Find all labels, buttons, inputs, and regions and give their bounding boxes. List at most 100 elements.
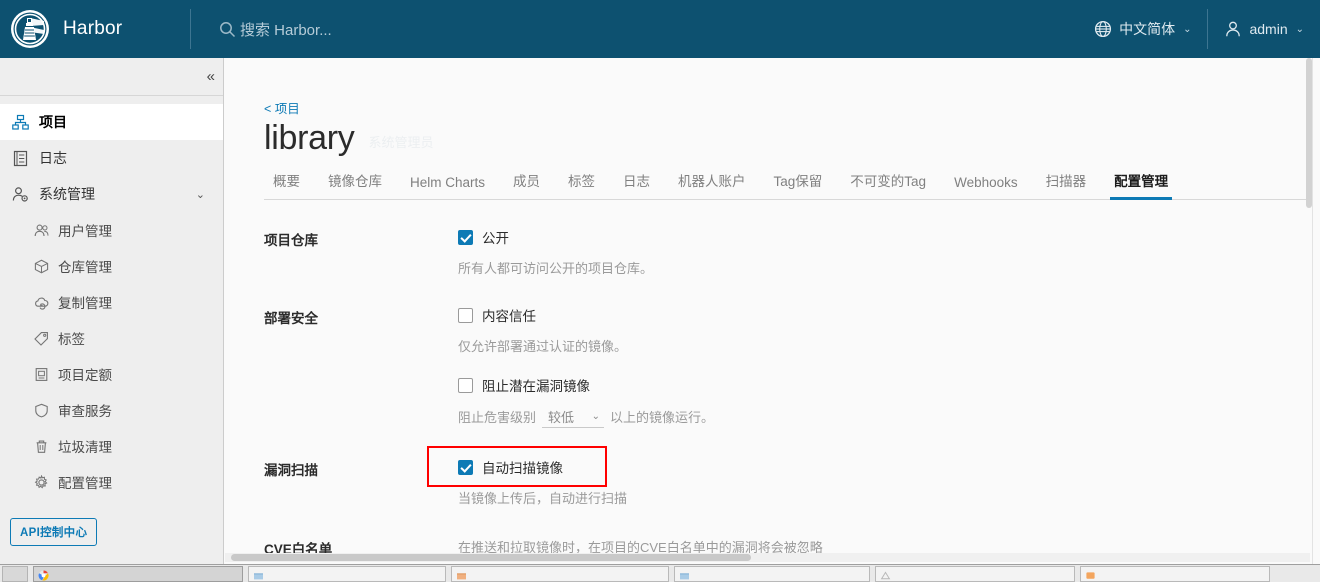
horizontal-scrollbar-thumb[interactable] — [231, 554, 751, 561]
content-trust-checkbox[interactable] — [458, 307, 473, 323]
sidebar-item-interrogation[interactable]: 审查服务 — [0, 392, 223, 428]
label-repository: 项目仓库 — [264, 233, 318, 249]
harbor-app-window: Harbor 搜索 Harbor... 中文简体 ⌄ admin ⌄ « 项目 … — [0, 0, 1320, 582]
severity-select[interactable]: 较低 ⌄ — [542, 407, 605, 429]
sidebar-item-gc[interactable]: 垃圾清理 — [0, 428, 223, 464]
role-badge: 系统管理员 — [368, 135, 434, 151]
sidebar-item-registries[interactable]: 仓库管理 — [0, 248, 223, 284]
auto-scan-row[interactable]: 自动扫描镜像 — [458, 456, 1312, 478]
app-orange-icon — [1085, 568, 1096, 579]
right-divider — [1312, 58, 1313, 564]
sidebar: « 项目 日志 系统管理 ⌄ 用户管理 仓库管理 复制管理 标签 项目定额 审查… — [0, 58, 224, 564]
globe-icon — [1094, 20, 1112, 38]
sidebar-item-configuration[interactable]: 配置管理 — [0, 464, 223, 500]
taskbar-button-4[interactable] — [674, 565, 870, 582]
tab-helm-charts[interactable]: Helm Charts — [396, 175, 499, 199]
user-menu[interactable]: admin ⌄ — [1208, 0, 1320, 58]
tab-configuration[interactable]: 配置管理 — [1100, 170, 1182, 201]
taskbar-button-3[interactable] — [451, 565, 669, 582]
tab-tag-retention[interactable]: Tag保留 — [760, 170, 837, 199]
top-header: Harbor 搜索 Harbor... 中文简体 ⌄ admin ⌄ — [0, 0, 1320, 58]
sidebar-sublabel-users: 用户管理 — [58, 224, 112, 239]
sidebar-item-quotas[interactable]: 项目定额 — [0, 356, 223, 392]
public-checkbox-label: 公开 — [482, 231, 509, 247]
sidebar-collapse-row: « — [0, 58, 223, 96]
os-taskbar — [0, 564, 1320, 582]
folder-orange-icon — [456, 568, 467, 580]
public-checkbox-row[interactable]: 公开 — [458, 226, 1312, 248]
sidebar-item-labels[interactable]: 标签 — [0, 320, 223, 356]
sidebar-item-administration[interactable]: 系统管理 ⌄ — [0, 176, 223, 212]
sidebar-item-logs[interactable]: 日志 — [0, 140, 223, 176]
tab-members[interactable]: 成员 — [499, 170, 554, 199]
collapse-sidebar-icon[interactable]: « — [207, 69, 215, 84]
tab-webhooks[interactable]: Webhooks — [940, 175, 1032, 199]
quota-icon — [34, 367, 49, 382]
sidebar-nav: 项目 日志 系统管理 ⌄ 用户管理 仓库管理 复制管理 标签 项目定额 审查服务… — [0, 96, 223, 500]
configuration-form: 项目仓库 公开 所有人都可访问公开的项目仓库。 部署安全 内容信任 仅允许部署通… — [264, 200, 1312, 558]
shield-icon — [34, 403, 49, 418]
auto-scan-hint: 当镜像上传后，自动进行扫描 — [458, 491, 628, 507]
sidebar-item-users[interactable]: 用户管理 — [0, 212, 223, 248]
header-right-group: 中文简体 ⌄ admin ⌄ — [1078, 0, 1320, 58]
breadcrumb[interactable]: < 项目 — [264, 98, 1312, 117]
chrome-icon — [38, 568, 49, 581]
language-label: 中文简体 — [1119, 21, 1176, 37]
taskbar-button-5[interactable] — [875, 565, 1075, 582]
content-trust-row[interactable]: 内容信任 — [458, 304, 1312, 326]
prevent-vulnerable-checkbox[interactable] — [458, 377, 473, 393]
start-button[interactable] — [2, 565, 28, 582]
auto-scan-label: 自动扫描镜像 — [482, 461, 563, 477]
chevron-down-icon-admin[interactable]: ⌄ — [196, 188, 205, 201]
api-center-wrapper: API控制中心 — [10, 518, 98, 546]
gear-icon — [34, 474, 49, 490]
content-trust-hint: 仅允许部署通过认证的镜像。 — [458, 339, 628, 355]
project-tabs: 概要 镜像仓库 Helm Charts 成员 标签 日志 机器人账户 Tag保留… — [264, 170, 1312, 201]
sidebar-item-label-administration: 系统管理 — [39, 186, 95, 202]
tag-icon — [34, 331, 49, 346]
user-label: admin — [1249, 21, 1288, 37]
sidebar-sublabel-labels: 标签 — [58, 332, 85, 347]
taskbar-button-browser[interactable] — [33, 565, 243, 582]
sidebar-item-replications[interactable]: 复制管理 — [0, 284, 223, 320]
chevron-down-icon-user: ⌄ — [1295, 23, 1304, 35]
user-icon — [1224, 20, 1242, 38]
tab-summary[interactable]: 概要 — [264, 170, 314, 199]
sidebar-sublabel-interrogation: 审查服务 — [58, 404, 112, 419]
taskbar-button-6[interactable] — [1080, 565, 1270, 582]
cube-icon — [34, 259, 49, 274]
user-gear-icon — [12, 186, 29, 203]
severity-suffix: 以上的镜像运行。 — [610, 410, 715, 426]
log-list-icon — [12, 150, 29, 167]
public-hint: 所有人都可访问公开的项目仓库。 — [458, 261, 654, 277]
auto-scan-checkbox[interactable] — [458, 459, 473, 475]
search-box[interactable]: 搜索 Harbor... — [219, 19, 332, 40]
header-divider — [190, 9, 191, 49]
label-deploy-security: 部署安全 — [264, 311, 318, 327]
trash-icon — [34, 439, 49, 454]
tab-logs[interactable]: 日志 — [609, 170, 664, 199]
sidebar-sublabel-quotas: 项目定额 — [58, 368, 112, 383]
tab-robot-accounts[interactable]: 机器人账户 — [664, 170, 760, 199]
sidebar-item-label-logs: 日志 — [39, 150, 67, 166]
language-selector[interactable]: 中文简体 ⌄ — [1078, 0, 1207, 58]
form-row-deploy-security: 部署安全 内容信任 仅允许部署通过认证的镜像。 阻止潜在漏洞镜像 阻止危害级别 — [264, 304, 1312, 429]
vertical-scrollbar-thumb[interactable] — [1306, 58, 1312, 208]
form-row-repository: 项目仓库 公开 所有人都可访问公开的项目仓库。 — [264, 226, 1312, 277]
prevent-vulnerable-label: 阻止潜在漏洞镜像 — [482, 379, 590, 395]
sidebar-item-projects[interactable]: 项目 — [0, 104, 223, 140]
tab-repositories[interactable]: 镜像仓库 — [314, 170, 396, 199]
tab-labels[interactable]: 标签 — [554, 170, 609, 199]
tab-scanner[interactable]: 扫描器 — [1032, 170, 1101, 199]
api-console-button[interactable]: API控制中心 — [10, 518, 98, 546]
taskbar-button-2[interactable] — [248, 565, 446, 582]
brand-area[interactable]: Harbor — [0, 0, 190, 58]
app-gray-icon — [880, 568, 891, 580]
search-input[interactable]: 搜索 Harbor... — [240, 19, 332, 40]
prevent-vulnerable-row[interactable]: 阻止潜在漏洞镜像 — [458, 374, 1312, 396]
tab-tag-immutability[interactable]: 不可变的Tag — [836, 170, 940, 199]
harbor-lighthouse-logo — [10, 9, 50, 49]
public-checkbox[interactable] — [458, 229, 473, 245]
title-row: library 系统管理员 — [264, 119, 1312, 158]
main-content: < 项目 library 系统管理员 概要 镜像仓库 Helm Charts 成… — [225, 58, 1312, 564]
